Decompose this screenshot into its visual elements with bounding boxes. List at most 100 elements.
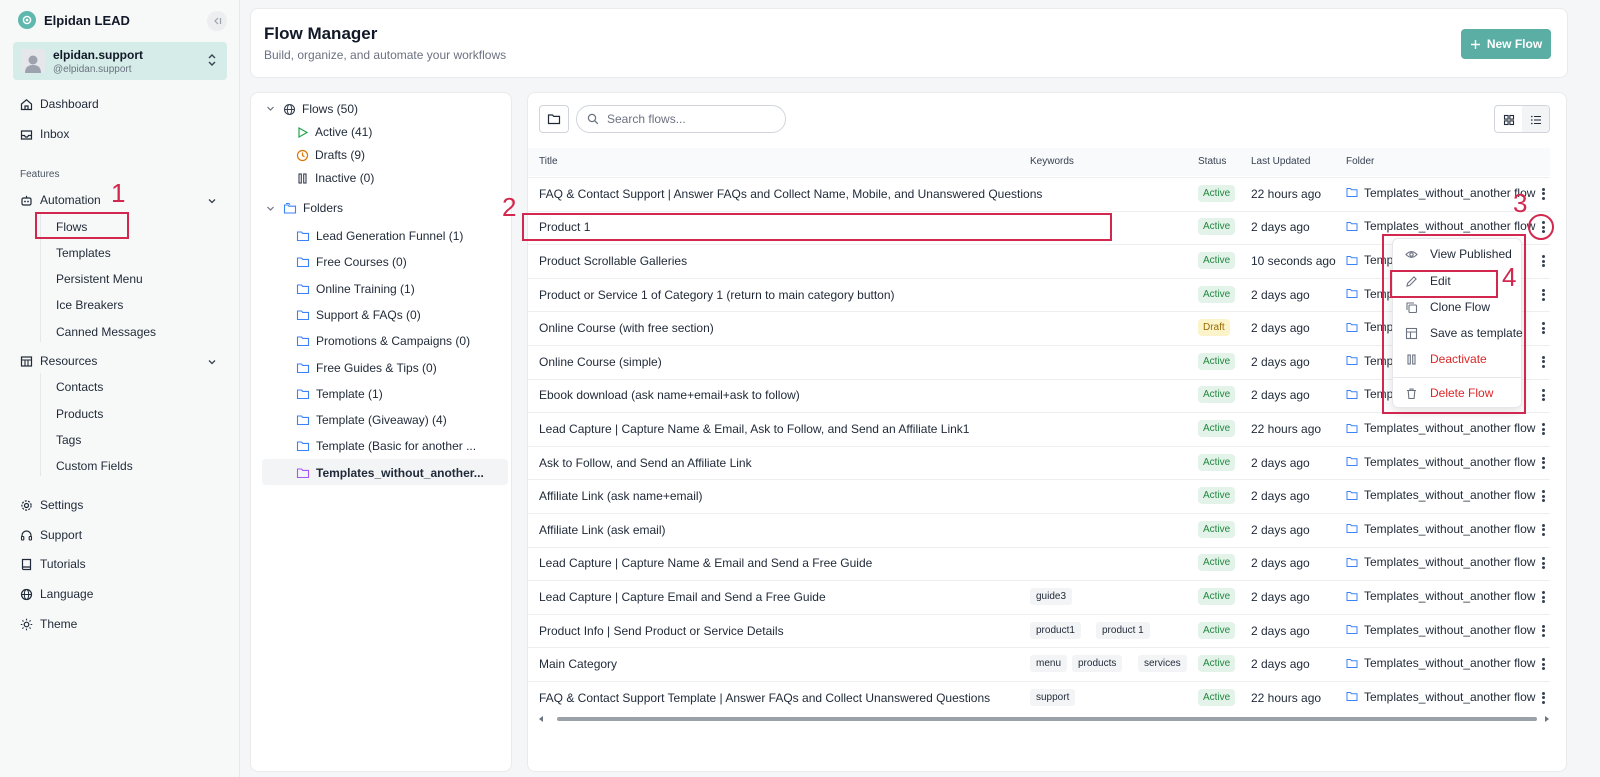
flow-title[interactable]: Online Course (simple) bbox=[539, 355, 662, 369]
folder-item[interactable]: Template (1) bbox=[296, 387, 383, 401]
grid-view-button[interactable] bbox=[1495, 106, 1522, 132]
sun-icon bbox=[20, 618, 33, 631]
chevron-down-icon[interactable] bbox=[207, 196, 217, 206]
folder-icon bbox=[1346, 624, 1358, 635]
brand[interactable]: Elpidan LEAD bbox=[18, 11, 130, 29]
chevron-down-icon[interactable] bbox=[207, 357, 217, 367]
flow-title[interactable]: Affiliate Link (ask email) bbox=[539, 523, 666, 537]
search-bar[interactable] bbox=[576, 105, 786, 133]
nav-settings[interactable]: Settings bbox=[20, 498, 83, 512]
column-title[interactable]: Title bbox=[539, 156, 558, 167]
row-actions-icon[interactable] bbox=[1538, 488, 1548, 504]
sidebar-item-tags[interactable]: Tags bbox=[56, 433, 81, 447]
tree-folders[interactable]: Folders bbox=[283, 201, 343, 215]
row-actions-icon[interactable] bbox=[1538, 623, 1548, 639]
tree-drafts[interactable]: Drafts (9) bbox=[296, 148, 365, 162]
folder-icon bbox=[547, 113, 561, 125]
last-updated: 2 days ago bbox=[1251, 287, 1310, 302]
menu-clone-flow[interactable]: Clone Flow bbox=[1405, 300, 1490, 314]
robot-icon bbox=[20, 194, 33, 207]
tree-active[interactable]: Active (41) bbox=[296, 125, 372, 139]
row-actions-icon[interactable] bbox=[1538, 186, 1548, 202]
scrollbar-thumb[interactable] bbox=[557, 717, 1537, 721]
trash-icon bbox=[1405, 387, 1418, 400]
last-updated: 10 seconds ago bbox=[1251, 254, 1336, 268]
sidebar-item-custom-fields[interactable]: Custom Fields bbox=[56, 459, 133, 473]
row-actions-icon[interactable] bbox=[1538, 287, 1548, 303]
column-status[interactable]: Status bbox=[1198, 156, 1226, 167]
tree-flows[interactable]: Flows (50) bbox=[283, 102, 358, 116]
search-input[interactable] bbox=[607, 112, 777, 126]
row-actions-icon[interactable] bbox=[1538, 690, 1548, 706]
column-folder[interactable]: Folder bbox=[1346, 156, 1374, 167]
menu-view-published[interactable]: View Published bbox=[1405, 247, 1512, 261]
kebab-highlight-circle bbox=[1528, 214, 1554, 240]
flow-title[interactable]: Ebook download (ask name+email+ask to fo… bbox=[539, 388, 800, 402]
menu-delete-flow[interactable]: Delete Flow bbox=[1405, 386, 1493, 400]
sidebar-item-products[interactable]: Products bbox=[56, 407, 103, 421]
row-actions-icon[interactable] bbox=[1538, 522, 1548, 538]
flow-title[interactable]: Online Course (with free section) bbox=[539, 321, 714, 335]
flow-title[interactable]: Product Info | Send Product or Service D… bbox=[539, 624, 784, 638]
menu-deactivate[interactable]: Deactivate bbox=[1405, 352, 1487, 366]
keyword-chip: services bbox=[1138, 655, 1187, 673]
row-actions-icon[interactable] bbox=[1538, 320, 1548, 336]
row-actions-icon[interactable] bbox=[1538, 387, 1548, 403]
folder-item[interactable]: Lead Generation Funnel (1) bbox=[296, 229, 463, 243]
nav-language[interactable]: Language bbox=[20, 587, 93, 601]
new-flow-button[interactable]: New Flow bbox=[1461, 29, 1551, 59]
chevron-down-icon[interactable] bbox=[266, 204, 275, 213]
tree-inactive[interactable]: Inactive (0) bbox=[296, 171, 374, 185]
column-keywords[interactable]: Keywords bbox=[1030, 156, 1074, 167]
folder-item[interactable]: Free Courses (0) bbox=[296, 255, 407, 269]
flow-title[interactable]: Ask to Follow, and Send an Affiliate Lin… bbox=[539, 456, 752, 470]
row-actions-icon[interactable] bbox=[1538, 354, 1548, 370]
column-last-updated[interactable]: Last Updated bbox=[1251, 156, 1311, 167]
folder-item[interactable]: Templates_without_another... bbox=[296, 466, 484, 480]
flow-title[interactable]: Lead Capture | Capture Name & Email, Ask… bbox=[539, 422, 969, 436]
folder-item[interactable]: Online Training (1) bbox=[296, 282, 415, 296]
chevron-down-icon[interactable] bbox=[266, 104, 275, 113]
row-actions-icon[interactable] bbox=[1538, 589, 1548, 605]
row-actions-icon[interactable] bbox=[1538, 253, 1548, 269]
flow-title[interactable]: Product or Service 1 of Category 1 (retu… bbox=[539, 288, 895, 302]
folder-filter-button[interactable] bbox=[539, 105, 569, 133]
nav-inbox-label: Inbox bbox=[40, 127, 70, 141]
sidebar-item-contacts[interactable]: Contacts bbox=[56, 380, 103, 394]
folder-cell: Templates_without_another flow bbox=[1346, 589, 1535, 603]
folder-item[interactable]: Free Guides & Tips (0) bbox=[296, 361, 437, 375]
menu-save-as-template[interactable]: Save as template bbox=[1405, 326, 1523, 340]
collapse-sidebar-icon[interactable] bbox=[207, 11, 227, 31]
nav-automation[interactable]: Automation bbox=[20, 193, 101, 207]
sidebar-item-templates[interactable]: Templates bbox=[56, 246, 111, 260]
sidebar-item-persistent-menu[interactable]: Persistent Menu bbox=[56, 272, 143, 286]
folder-item[interactable]: Support & FAQs (0) bbox=[296, 308, 421, 322]
flow-title[interactable]: FAQ & Contact Support Template | Answer … bbox=[539, 691, 990, 705]
flow-title[interactable]: Affiliate Link (ask name+email) bbox=[539, 489, 703, 503]
nav-dashboard[interactable]: Dashboard bbox=[20, 97, 99, 111]
sidebar-item-canned-messages[interactable]: Canned Messages bbox=[56, 325, 156, 339]
row-actions-icon[interactable] bbox=[1538, 555, 1548, 571]
nav-theme[interactable]: Theme bbox=[20, 617, 77, 631]
keyword-chip: product 1 bbox=[1096, 621, 1150, 639]
flow-title[interactable]: FAQ & Contact Support | Answer FAQs and … bbox=[539, 187, 1042, 201]
folder-item[interactable]: Promotions & Campaigns (0) bbox=[296, 334, 470, 348]
flow-title[interactable]: Main Category bbox=[539, 657, 617, 671]
nav-inbox[interactable]: Inbox bbox=[20, 127, 69, 141]
flow-title[interactable]: Lead Capture | Capture Name & Email and … bbox=[539, 556, 872, 570]
account-switcher[interactable]: elpidan.support @elpidan.support bbox=[13, 42, 227, 80]
flow-title[interactable]: Lead Capture | Capture Email and Send a … bbox=[539, 590, 826, 604]
folder-icon bbox=[1346, 557, 1358, 568]
folder-item[interactable]: Template (Basic for another ... bbox=[296, 439, 476, 453]
nav-tutorials[interactable]: Tutorials bbox=[20, 557, 86, 571]
list-view-button[interactable] bbox=[1522, 106, 1549, 132]
nav-resources[interactable]: Resources bbox=[20, 354, 97, 368]
folder-cell: Templates_without_another flow bbox=[1346, 656, 1535, 670]
flow-title[interactable]: Product Scrollable Galleries bbox=[539, 254, 687, 268]
folder-item[interactable]: Template (Giveaway) (4) bbox=[296, 413, 447, 427]
row-actions-icon[interactable] bbox=[1538, 455, 1548, 471]
row-actions-icon[interactable] bbox=[1538, 656, 1548, 672]
nav-support[interactable]: Support bbox=[20, 528, 82, 542]
sidebar-item-ice-breakers[interactable]: Ice Breakers bbox=[56, 298, 123, 312]
row-actions-icon[interactable] bbox=[1538, 421, 1548, 437]
